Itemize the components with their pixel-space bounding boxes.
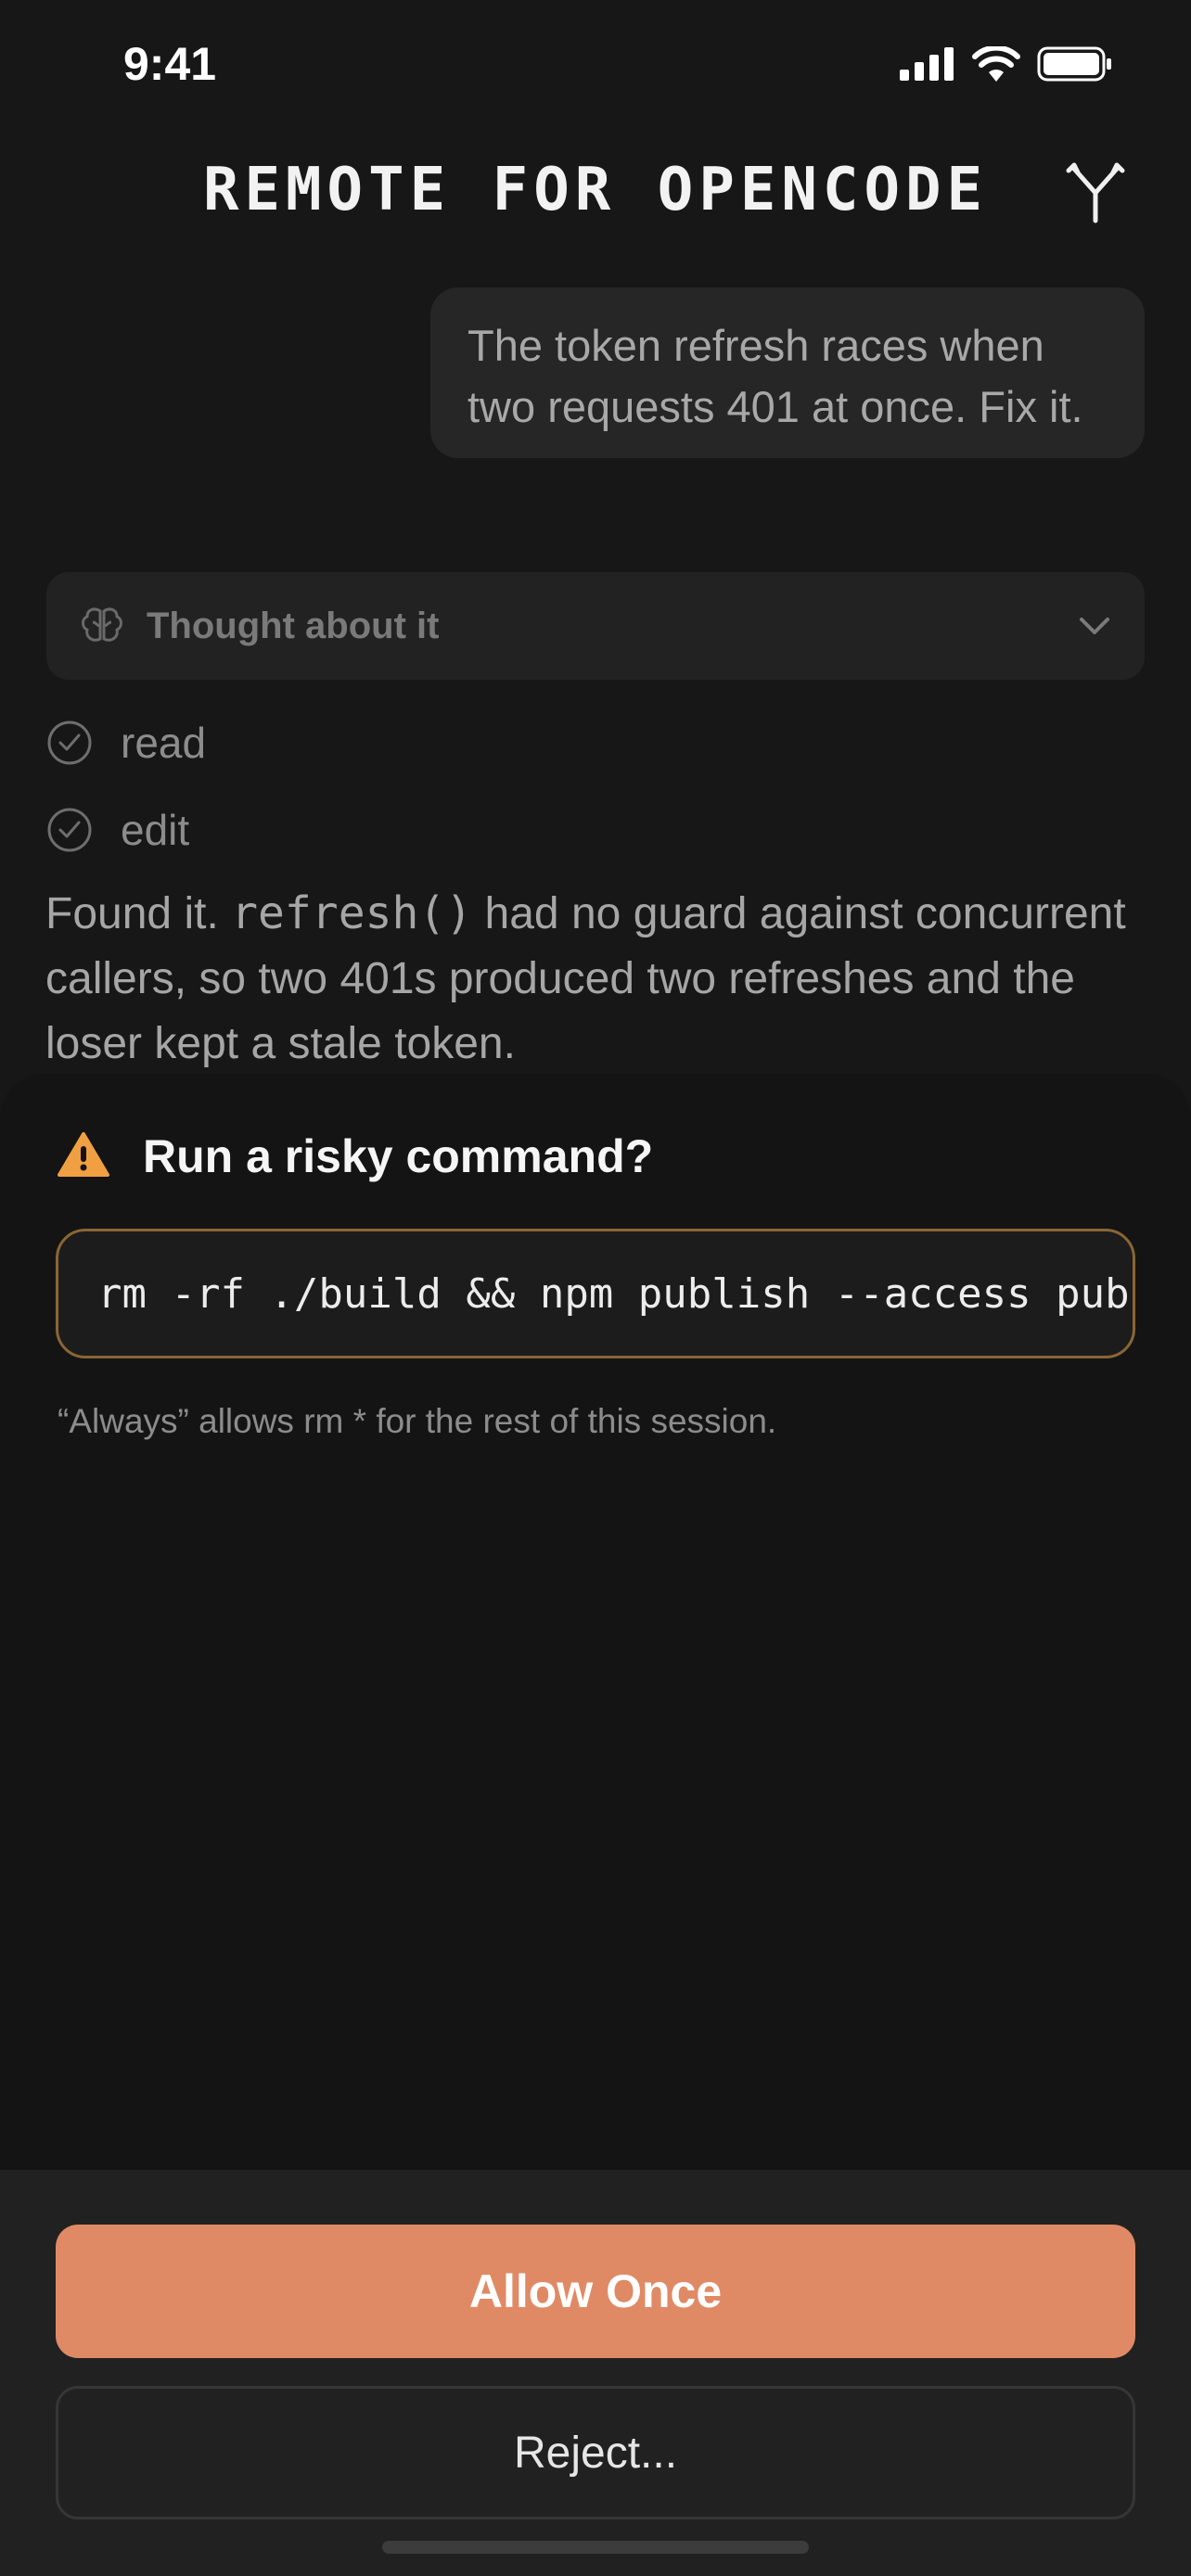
tool-row-edit: edit <box>46 805 189 855</box>
check-circle-icon <box>47 808 92 852</box>
command-box[interactable]: rm -rf ./build && npm publish --access p… <box>56 1229 1135 1358</box>
command-text: rm -rf ./build && npm publish --access p… <box>97 1269 1135 1318</box>
permission-title: Run a risky command? <box>143 1130 654 1182</box>
reject-button[interactable]: Reject... <box>56 2386 1135 2519</box>
assistant-message: Found it. refresh() had no guard against… <box>45 881 1149 1077</box>
allow-once-button[interactable]: Allow Once <box>56 2225 1135 2358</box>
user-message-text: The token refresh races when two request… <box>467 321 1083 431</box>
assistant-text-prefix: Found it. <box>45 889 232 938</box>
app-title: REMOTE FOR OPENCODE <box>202 156 989 224</box>
status-icons <box>900 46 1113 82</box>
permission-hint: “Always” allows rm * for the rest of thi… <box>58 1402 777 1440</box>
thought-label: Thought about it <box>147 605 440 646</box>
chevron-down-icon <box>1080 618 1109 634</box>
fork-icon[interactable] <box>1063 159 1128 224</box>
battery-icon <box>1037 46 1111 82</box>
wifi-icon <box>972 46 1020 82</box>
inline-code: refresh() <box>231 887 473 939</box>
check-circle-icon <box>47 721 92 765</box>
brain-icon <box>82 607 122 642</box>
tool-row-read: read <box>46 718 206 768</box>
status-time: 9:41 <box>123 38 217 90</box>
warning-icon <box>58 1132 109 1177</box>
tool-label: edit <box>121 806 190 854</box>
signal-icon <box>900 47 954 81</box>
tool-label: read <box>121 719 207 767</box>
user-message-bubble: The token refresh races when two request… <box>430 287 1145 458</box>
thought-disclosure[interactable]: Thought about it <box>46 572 1145 680</box>
home-indicator <box>382 2541 809 2554</box>
